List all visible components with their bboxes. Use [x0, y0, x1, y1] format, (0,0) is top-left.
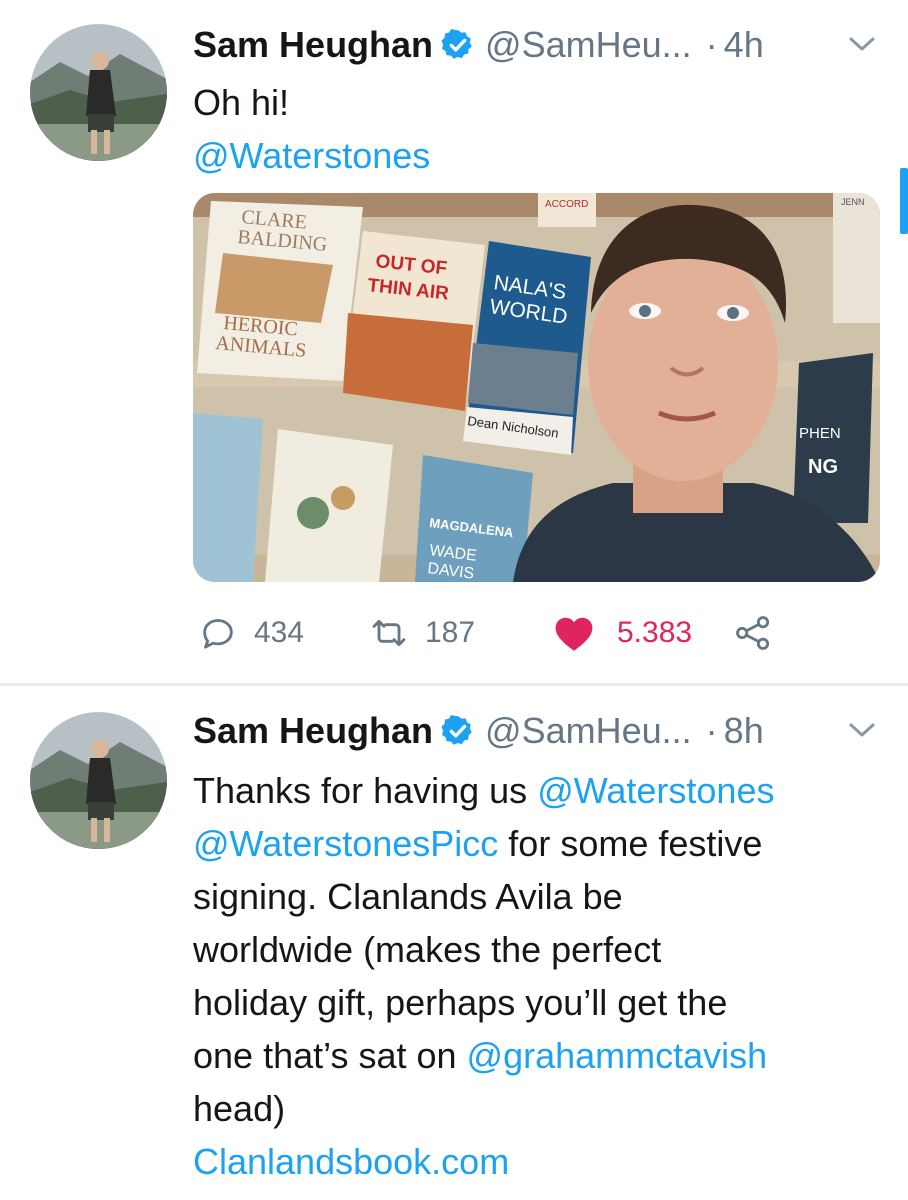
chevron-down-icon[interactable]: [848, 720, 876, 740]
retweet-count: 187: [425, 616, 476, 649]
tweet-actions: 434 187 5.383: [193, 610, 813, 656]
tweet-text-line: Oh hi!: [193, 82, 290, 123]
mention-link[interactable]: @WaterstonesPicc: [193, 823, 498, 864]
mention-link[interactable]: @Waterstones: [193, 135, 430, 176]
tweet-text-line: worldwide (makes the perfect: [193, 929, 662, 970]
timestamp[interactable]: 4h: [724, 24, 764, 66]
tweet-text-segment: one that’s sat on: [193, 1035, 467, 1076]
mention-link[interactable]: @grahammctavish: [467, 1035, 768, 1076]
retweet-button[interactable]: 187: [369, 610, 475, 656]
tweet-card[interactable]: Sam Heughan @SamHeu... · 8h Thanks for h…: [0, 686, 908, 1200]
tweet-text-line: holiday gift, perhaps you’ll get the: [193, 982, 728, 1023]
book-title-text: PHEN: [799, 425, 841, 442]
author-handle[interactable]: @SamHeu...: [485, 710, 692, 752]
share-icon: [736, 616, 770, 650]
book-title-text: JENN: [841, 197, 865, 207]
author-name[interactable]: Sam Heughan: [193, 710, 433, 752]
retweet-icon: [372, 619, 406, 647]
tweet-text-segment: Thanks for having us: [193, 770, 538, 811]
tweet-text-segment: for some festive: [498, 823, 763, 864]
tweet-text-line: signing. Clanlands Avila be: [193, 876, 623, 917]
author-name[interactable]: Sam Heughan: [193, 24, 433, 66]
author-handle[interactable]: @SamHeu...: [485, 24, 692, 66]
book-cover-out-of-thin-air: OUT OF THIN AIR: [343, 231, 485, 411]
heart-icon: [555, 617, 593, 651]
verified-badge-icon: [441, 714, 472, 745]
like-button[interactable]: 5.383: [553, 610, 692, 656]
tweet-photo[interactable]: CLARE BALDING HEROIC ANIMALS OUT OF THIN…: [193, 193, 880, 582]
url-link[interactable]: Clanlandsbook.com: [193, 1141, 509, 1182]
book-cover-accord: ACCORD: [538, 193, 596, 227]
reply-icon: [203, 619, 233, 649]
tweet-card[interactable]: Sam Heughan @SamHeu... · 4h Oh hi! @Wate…: [0, 0, 908, 684]
tweet-header: Sam Heughan @SamHeu... · 8h: [193, 708, 764, 754]
reply-button[interactable]: 434: [198, 610, 304, 656]
tweet-text: Oh hi! @Waterstones: [193, 76, 873, 182]
tweet-header: Sam Heughan @SamHeu... · 4h: [193, 22, 764, 68]
tweet-text-line: head): [193, 1088, 286, 1129]
avatar[interactable]: [30, 24, 167, 161]
scrollbar-thumb[interactable]: [900, 168, 908, 234]
book-title-text: ACCORD: [545, 199, 588, 210]
reply-count: 434: [254, 616, 305, 649]
timestamp[interactable]: 8h: [724, 710, 764, 752]
mention-link[interactable]: @Waterstones: [537, 770, 774, 811]
book-title-text: NG: [808, 456, 838, 478]
book-cover-heroic-animals: CLARE BALDING HEROIC ANIMALS: [197, 201, 363, 381]
tweet-text: Thanks for having us @Waterstones @Water…: [193, 764, 873, 1188]
avatar[interactable]: [30, 712, 167, 849]
share-button[interactable]: [733, 610, 773, 656]
book-cover-wade-davis: MAGDALENA WADE DAVIS: [415, 455, 533, 582]
chevron-down-icon[interactable]: [848, 34, 876, 54]
verified-badge-icon: [441, 28, 472, 59]
like-count: 5.383: [617, 616, 693, 649]
separator-dot: ·: [705, 710, 718, 751]
separator-dot: ·: [705, 24, 718, 65]
